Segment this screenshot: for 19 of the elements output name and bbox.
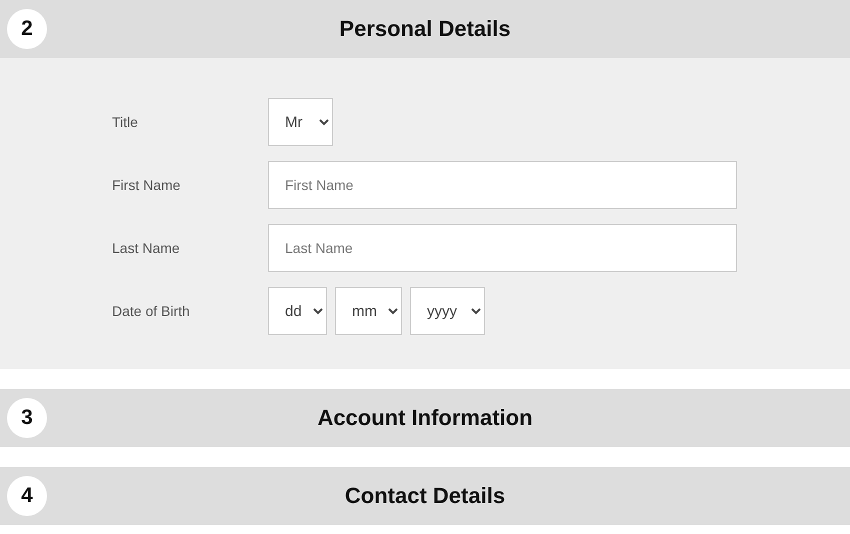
field-label: Title	[112, 114, 139, 130]
text-field[interactable]: Last Name	[268, 224, 737, 272]
text-field[interactable]: First Name	[268, 161, 737, 209]
step-number: 2	[7, 9, 47, 49]
dropdown-field[interactable]: dd	[268, 287, 327, 335]
section-header[interactable]: 3 Account Information	[0, 389, 850, 447]
dropdown-field[interactable]: yyyy	[410, 287, 485, 335]
step-number: 3	[7, 398, 47, 438]
step-number: 4	[7, 476, 47, 516]
dropdown-field[interactable]: Mr	[268, 98, 333, 146]
field-label: Date of Birth	[112, 303, 191, 319]
field-label: Last Name	[112, 240, 181, 256]
section-header[interactable]: 2 Personal Details	[0, 0, 850, 58]
section-header[interactable]: 4 Contact Details	[0, 467, 850, 525]
section-title: Account Information	[317, 405, 533, 431]
section-title: Personal Details	[339, 16, 511, 42]
section-title: Contact Details	[344, 483, 506, 509]
field-label: First Name	[112, 177, 182, 193]
dropdown-field[interactable]: mm	[335, 287, 402, 335]
